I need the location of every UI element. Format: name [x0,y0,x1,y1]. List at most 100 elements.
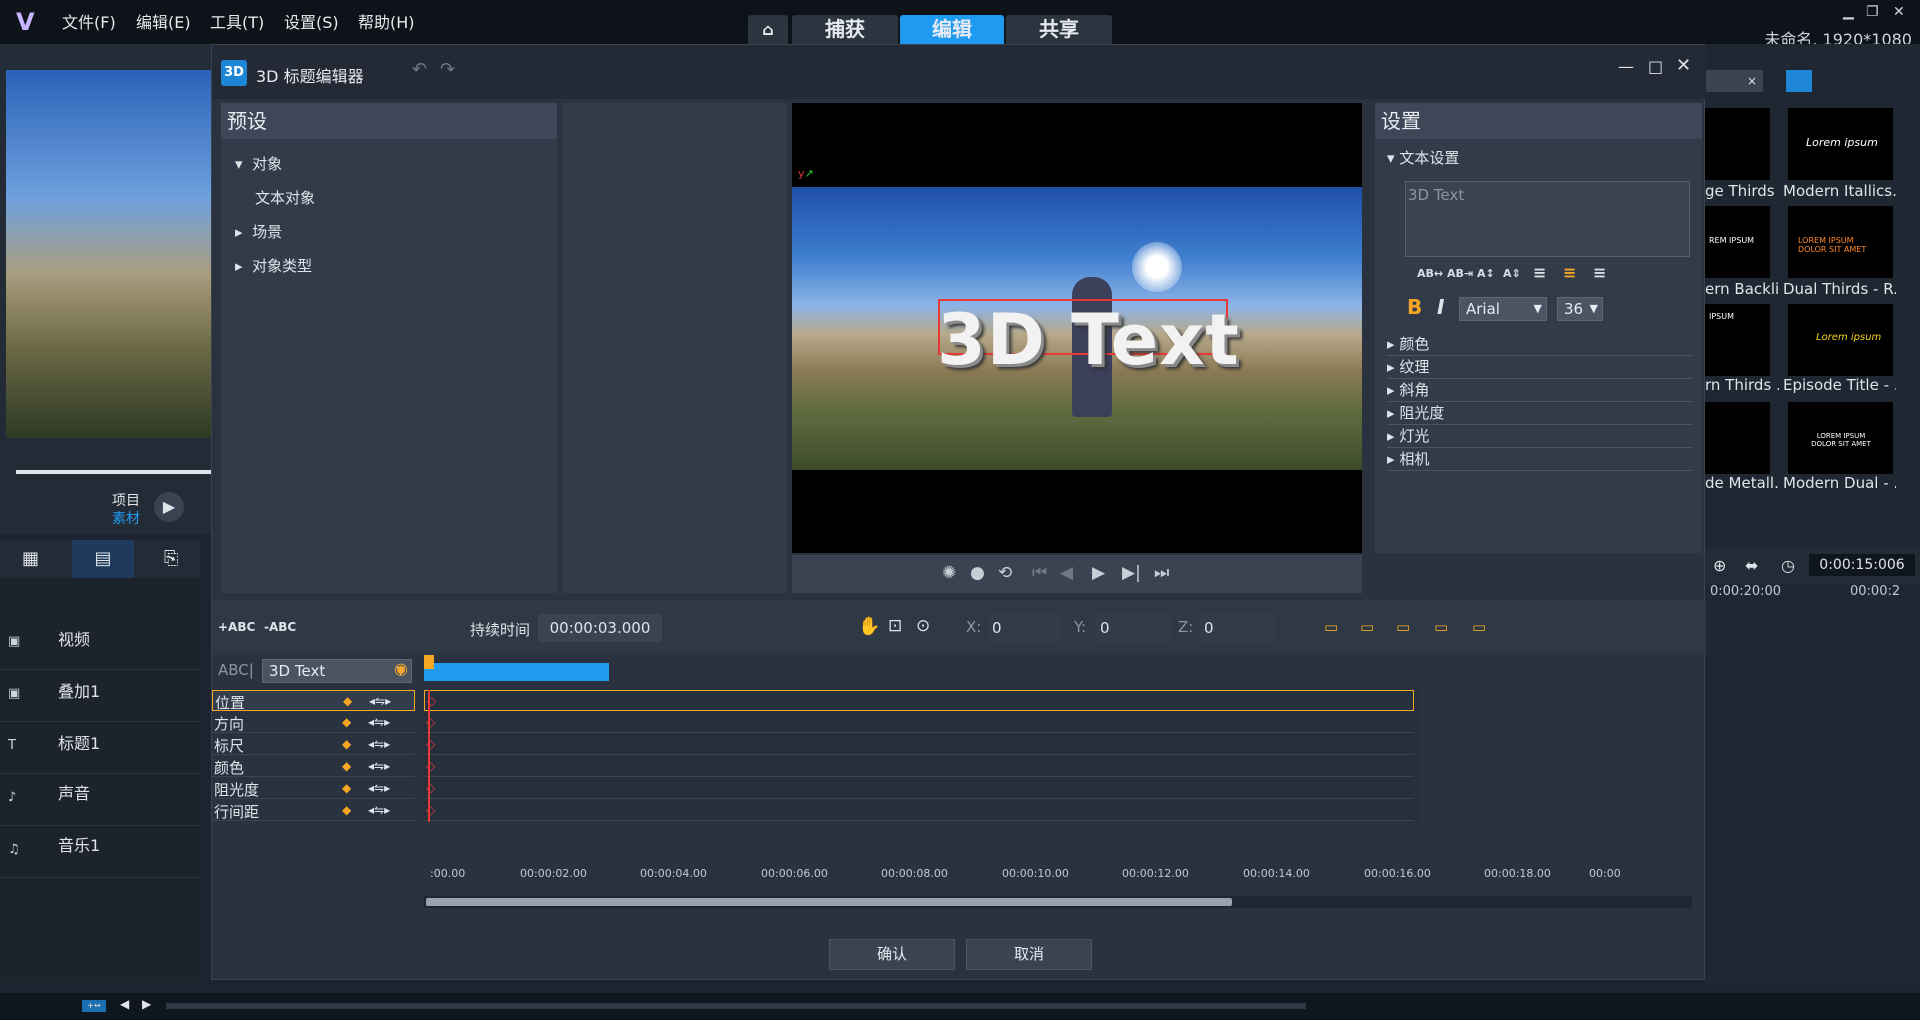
align-right-icon[interactable]: ≡ [1593,263,1606,282]
tree-item-text-object[interactable]: 文本对象 [255,187,315,208]
italic-button[interactable]: I [1437,295,1444,319]
keyframe-row[interactable]: ◇ [424,756,1414,777]
library-thumb[interactable]: Lorem ipsum [1788,304,1893,376]
keyframe-icon[interactable]: ◆ [342,715,351,729]
section-color[interactable]: ▸ 颜色 [1387,333,1692,356]
track-voice[interactable]: ♪ 声音 [0,776,200,826]
tab-edit[interactable]: 编辑 [900,15,1004,44]
track-video[interactable]: ▣ 视频 [0,620,200,670]
section-texture[interactable]: ▸ 纹理 [1387,356,1692,379]
menu-help[interactable]: 帮助(H) [358,0,415,44]
keyframe-row[interactable]: ◇ [424,734,1414,755]
keyframe-nav-icon[interactable]: ◂⇋▸ [368,737,390,751]
keyframe-nav-icon[interactable]: ◂⇋▸ [368,759,390,773]
prop-row-opacity[interactable]: 阻光度 ◆ ◂⇋▸ [212,778,415,799]
preview-viewer[interactable]: y↗ 3D Text [792,103,1362,553]
dialog-minimize-icon[interactable]: — [1618,57,1634,76]
align-left-icon[interactable]: ≡ [1533,263,1546,282]
tree-item-object[interactable]: ▾ 对象 [235,153,282,174]
restore-icon[interactable]: ❐ [1866,4,1879,20]
menu-edit[interactable]: 编辑(E) [136,0,191,44]
prop-row-scale[interactable]: 标尺 ◆ ◂⇋▸ [212,734,415,755]
keyframe-icon[interactable]: ◆ [343,694,352,708]
library-thumb[interactable] [1705,108,1770,180]
copy-icon[interactable]: ⎘ [164,548,178,569]
timeline-view-icon[interactable]: ▤ [72,540,134,578]
kerning-icon[interactable]: AB↔ [1417,267,1443,280]
view-perspective-icon[interactable]: ▭ [1472,618,1486,636]
storyboard-view-icon[interactable]: ▦ [22,548,39,569]
tab-capture[interactable]: 捕获 [792,15,898,44]
home-icon[interactable]: ⌂ [748,15,788,44]
section-bevel[interactable]: ▸ 斜角 [1387,379,1692,402]
fit-icon[interactable]: ⬌ [1745,556,1758,575]
menu-tools[interactable]: 工具(T) [210,0,264,44]
keyframe-icon[interactable]: ◆ [342,803,351,817]
text-settings-toggle[interactable]: ▾ 文本设置 [1387,147,1459,168]
menu-file[interactable]: 文件(F) [62,0,116,44]
align-center-icon[interactable]: ≡ [1563,263,1576,282]
menu-settings[interactable]: 设置(S) [284,0,339,44]
library-thumb[interactable]: LOREM IPSUM DOLOR SIT AMET [1788,206,1893,278]
view-right-icon[interactable]: ▭ [1396,618,1410,636]
axis-gizmo-icon[interactable]: y↗ [798,167,814,180]
zoom-in-icon[interactable]: ⊕ [1713,556,1726,575]
view-left-icon[interactable]: ▭ [1360,618,1374,636]
object-select[interactable]: 3D Text ▼ [262,659,412,683]
section-opacity[interactable]: ▸ 阻光度 [1387,402,1692,425]
keyframe-row[interactable]: ◇ [424,778,1414,799]
keyframe-icon[interactable]: ◆ [342,781,351,795]
dialog-close-icon[interactable]: ✕ [1676,55,1691,76]
project-mode-label[interactable]: 项目 [112,490,140,510]
light-icon[interactable]: ✺ [942,563,956,583]
prop-row-position[interactable]: 位置 ◆ ◂⇋▸ [212,690,415,712]
move-tool-icon[interactable]: ⊡ [888,616,902,636]
cancel-button[interactable]: 取消 [966,939,1092,970]
timeline-ruler[interactable]: :00.00 00:00:02.00 00:00:04.00 00:00:06.… [424,855,1621,887]
play-button-icon[interactable]: ▶ [1092,563,1105,583]
rotate-tool-icon[interactable]: ⊙ [916,616,930,636]
library-thumb[interactable]: Lorem ipsum [1788,108,1893,180]
text-clip-bar[interactable] [424,663,609,681]
timecode-display[interactable]: 0:00:15:006 [1809,554,1915,576]
section-camera[interactable]: ▸ 相机 [1387,448,1692,471]
library-thumb[interactable]: LOREM IPSUM DOLOR SIT AMET [1788,402,1893,474]
tree-item-object-type[interactable]: ▸ 对象类型 [235,255,312,276]
y-input[interactable]: 0 [1096,614,1170,642]
tree-item-scene[interactable]: ▸ 场景 [235,221,282,242]
duration-field[interactable]: 00:00:03.000 [538,614,662,642]
track-overlay[interactable]: ▣ 叠加1 [0,672,200,722]
track-manager-icon[interactable]: +↔ [82,1000,106,1012]
hand-tool-icon[interactable]: ✋ [858,616,880,637]
track-music[interactable]: ♫ 音乐1 [0,828,200,878]
tab-share[interactable]: 共享 [1006,15,1112,44]
font-size-select[interactable]: 36 ▼ [1557,297,1603,321]
prev-frame-icon[interactable]: ◀ [1060,563,1073,583]
view-top-icon[interactable]: ▭ [1434,618,1448,636]
play-icon[interactable]: ▶ [154,492,184,522]
section-light[interactable]: ▸ 灯光 [1387,425,1692,448]
scroll-right-icon[interactable]: ▶ [142,997,151,1011]
clip-mode-label[interactable]: 素材 [112,508,140,528]
font-select[interactable]: Arial ▼ [1459,297,1547,321]
minimize-icon[interactable]: ▁ [1843,4,1854,20]
keyframe-icon[interactable]: ◆ [342,737,351,751]
ok-button[interactable]: 确认 [829,939,955,970]
undo-icon[interactable]: ↶ [412,59,427,80]
redo-icon[interactable]: ↷ [440,59,455,80]
prop-row-color[interactable]: 颜色 ◆ ◂⇋▸ [212,756,415,777]
player-scrubber[interactable] [16,470,212,474]
prop-row-line-spacing[interactable]: 行间距 ◆ ◂⇋▸ [212,800,415,821]
timeline-scrollbar[interactable] [166,1003,1306,1009]
leading-down-icon[interactable]: A⇕ [1503,267,1521,280]
scroll-left-icon[interactable]: ◀ [120,997,129,1011]
library-view-icon[interactable] [1786,70,1812,92]
dialog-maximize-icon[interactable]: □ [1648,57,1663,76]
keyframe-nav-icon[interactable]: ◂⇋▸ [368,803,390,817]
sphere-icon[interactable]: ● [970,563,985,583]
keyframe-icon[interactable]: ◆ [342,759,351,773]
timeline-hscroll[interactable] [424,896,1692,908]
loop-icon[interactable]: ⟲ [998,563,1012,583]
visibility-icon[interactable]: ◉ [394,659,408,678]
keyframe-nav-icon[interactable]: ◂⇋▸ [368,715,390,729]
